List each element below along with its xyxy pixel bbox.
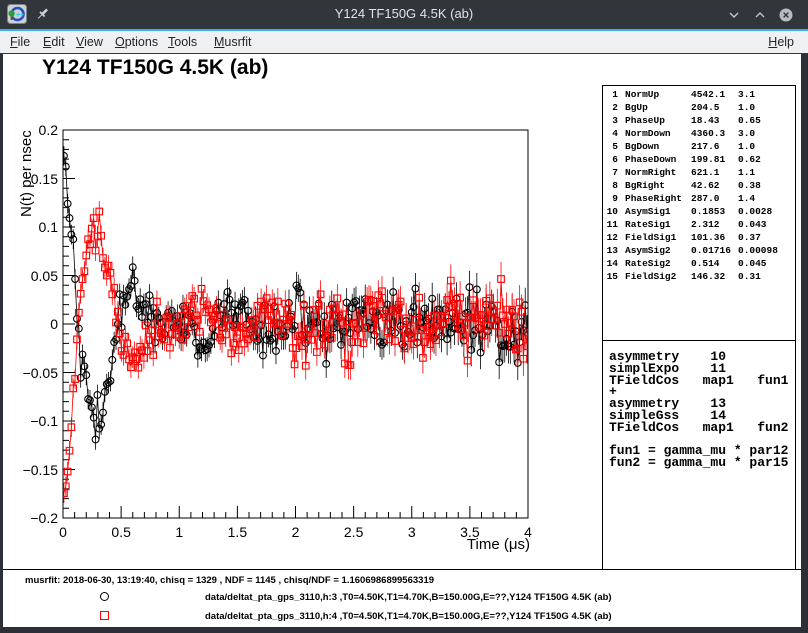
param-row: 3PhaseUp18.430.65: [603, 115, 795, 128]
legend-entry: data/deltat_pta_gps_3110,h:4 ,T0=4.50K,T…: [3, 611, 801, 623]
param-row: 12FieldSig1101.360.37: [603, 232, 795, 245]
x-tick-label: 0: [41, 524, 85, 540]
param-row: 10AsymSig10.18530.0028: [603, 206, 795, 219]
menubar: File Edit View Options Tools Musrfit Hel…: [0, 31, 808, 54]
param-row: 5BgDown217.61.0: [603, 141, 795, 154]
y-tick-label: −0.1: [3, 413, 58, 429]
legend-entry: data/deltat_pta_gps_3110,h:3 ,T0=4.50K,T…: [3, 592, 801, 604]
param-row: 7NormRight621.11.1: [603, 167, 795, 180]
legend-circle-marker: [100, 592, 109, 601]
theory-box: asymmetry 10 simplExpo 11 TFieldCos map1…: [602, 341, 796, 569]
menu-help[interactable]: Help: [768, 35, 794, 49]
titlebar[interactable]: ++ Y124 TF150G 4.5K (ab): [0, 0, 808, 29]
legend-entry-label: data/deltat_pta_gps_3110,h:3 ,T0=4.50K,T…: [205, 592, 612, 603]
root-canvas: Y124 TF150G 4.5K (ab) 0.20.150.10.050−0.…: [3, 54, 801, 627]
param-row: 11RateSig12.3120.043: [603, 219, 795, 232]
menu-tools[interactable]: Tools: [168, 35, 197, 49]
x-tick-label: 2: [274, 524, 318, 540]
y-axis-label: N(t) per nsec: [18, 130, 35, 217]
x-axis-label: Time (μs): [452, 536, 530, 553]
fit-parameter-table: 1NormUp4542.13.12BgUp204.51.03PhaseUp18.…: [602, 85, 796, 341]
y-tick-label: −0.05: [3, 365, 58, 381]
param-row: 4NormDown4360.33.0: [603, 128, 795, 141]
theory-text: asymmetry 10 simplExpo 11 TFieldCos map1…: [609, 351, 788, 469]
param-row: 15FieldSig2146.320.31: [603, 271, 795, 284]
x-tick-label: 3: [390, 524, 434, 540]
close-button[interactable]: [778, 7, 794, 23]
x-tick-label: 1: [157, 524, 201, 540]
window-title: Y124 TF150G 4.5K (ab): [0, 6, 808, 21]
legend-square-marker: [100, 611, 109, 620]
param-row: 2BgUp204.51.0: [603, 102, 795, 115]
y-tick-label: 0: [3, 316, 58, 332]
minimize-button[interactable]: [726, 7, 742, 23]
fit-parameter-rows: 1NormUp4542.13.12BgUp204.51.03PhaseUp18.…: [603, 89, 795, 284]
y-tick-label: 0.1: [3, 219, 58, 235]
param-row: 13AsymSig20.017160.00098: [603, 245, 795, 258]
legend-entry-label: data/deltat_pta_gps_3110,h:4 ,T0=4.50K,T…: [205, 611, 612, 622]
menu-edit[interactable]: Edit: [43, 35, 65, 49]
y-tick-label: 0.05: [3, 268, 58, 284]
maximize-button[interactable]: [752, 7, 768, 23]
param-row: 14RateSig20.5140.045: [603, 258, 795, 271]
statusbar-separator: [3, 569, 801, 570]
x-tick-label: 0.5: [99, 524, 143, 540]
menu-view[interactable]: View: [76, 35, 103, 49]
app-window: ++ Y124 TF150G 4.5K (ab) File Edit View …: [0, 0, 808, 633]
param-row: 6PhaseDown199.810.62: [603, 154, 795, 167]
param-row: 9PhaseRight287.01.4: [603, 193, 795, 206]
y-tick-label: −0.15: [3, 462, 58, 478]
menu-file[interactable]: File: [10, 35, 30, 49]
x-tick-label: 1.5: [215, 524, 259, 540]
fit-status-text: musrfit: 2018-06-30, 13:19:40, chisq = 1…: [25, 575, 434, 586]
menu-musrfit[interactable]: Musrfit: [214, 35, 252, 49]
asymmetry-plot[interactable]: [3, 54, 597, 570]
param-row: 8BgRight42.620.38: [603, 180, 795, 193]
menu-options[interactable]: Options: [115, 35, 158, 49]
param-row: 1NormUp4542.13.1: [603, 89, 795, 102]
x-tick-label: 2.5: [332, 524, 376, 540]
